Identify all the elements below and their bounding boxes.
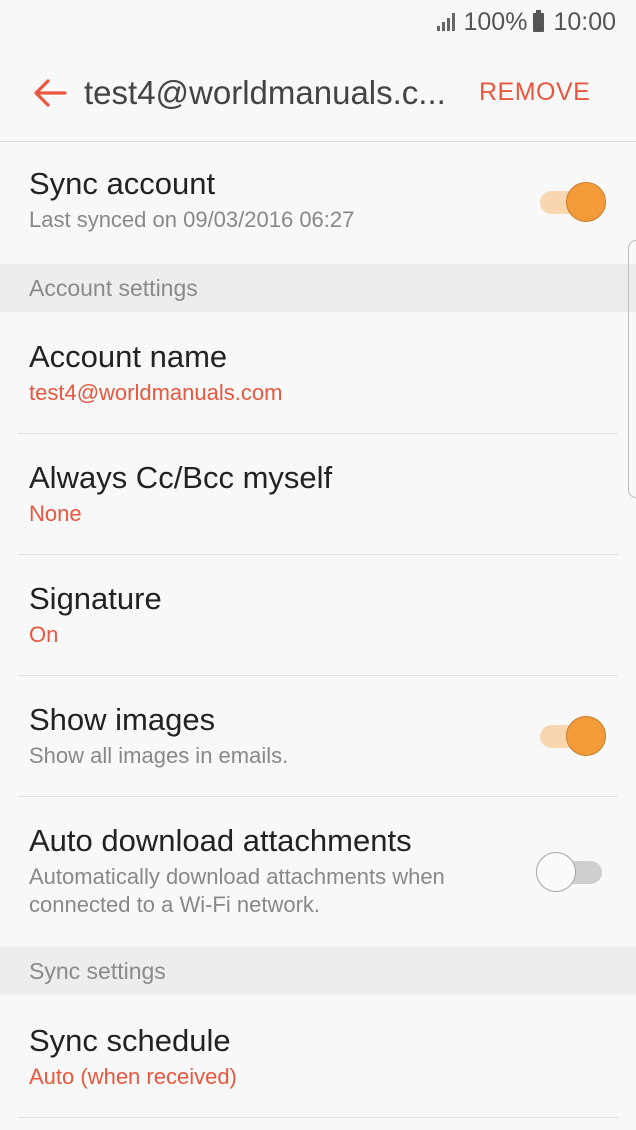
signature-value: On [29,622,59,647]
divider [18,675,618,676]
account-name-value: test4@worldmanuals.com [29,380,283,405]
cc-bcc-title: Always Cc/Bcc myself [29,460,333,495]
battery-icon [533,9,545,32]
arrow-left-icon [34,78,67,107]
divider [18,796,618,797]
signature-row[interactable]: Signature On [0,581,636,649]
section-account-settings: Account settings [0,264,636,312]
toggle-thumb [566,716,606,756]
battery-percentage: 100% [463,7,528,36]
toggle-thumb [566,182,606,222]
app-bar: test4@worldmanuals.c... REMOVE [0,44,636,142]
show-images-toggle[interactable] [538,716,606,756]
signature-title: Signature [29,581,162,616]
account-name-title: Account name [29,339,228,374]
sync-schedule-row[interactable]: Sync schedule Auto (when received) [0,1023,636,1091]
cc-bcc-value: None [29,501,82,526]
toggle-thumb [536,852,576,892]
auto-download-subtitle-line2: connected to a Wi-Fi network. [29,892,321,917]
scroll-indicator[interactable] [628,240,636,498]
sync-schedule-title: Sync schedule [29,1023,231,1058]
divider [18,554,618,555]
cc-bcc-row[interactable]: Always Cc/Bcc myself None [0,460,636,528]
page-title: test4@worldmanuals.c... [84,73,446,111]
account-name-row[interactable]: Account name test4@worldmanuals.com [0,339,636,407]
divider [18,433,618,434]
auto-download-toggle[interactable] [536,852,604,892]
signal-icon [435,13,456,31]
section-sync-settings: Sync settings [0,947,636,995]
status-bar: 100% 10:00 [0,0,636,44]
divider [18,1117,618,1118]
sync-schedule-value: Auto (when received) [29,1064,237,1089]
sync-account-toggle[interactable] [538,182,606,222]
clock: 10:00 [553,7,616,36]
remove-button[interactable]: REMOVE [479,78,590,107]
back-button[interactable] [20,63,80,123]
